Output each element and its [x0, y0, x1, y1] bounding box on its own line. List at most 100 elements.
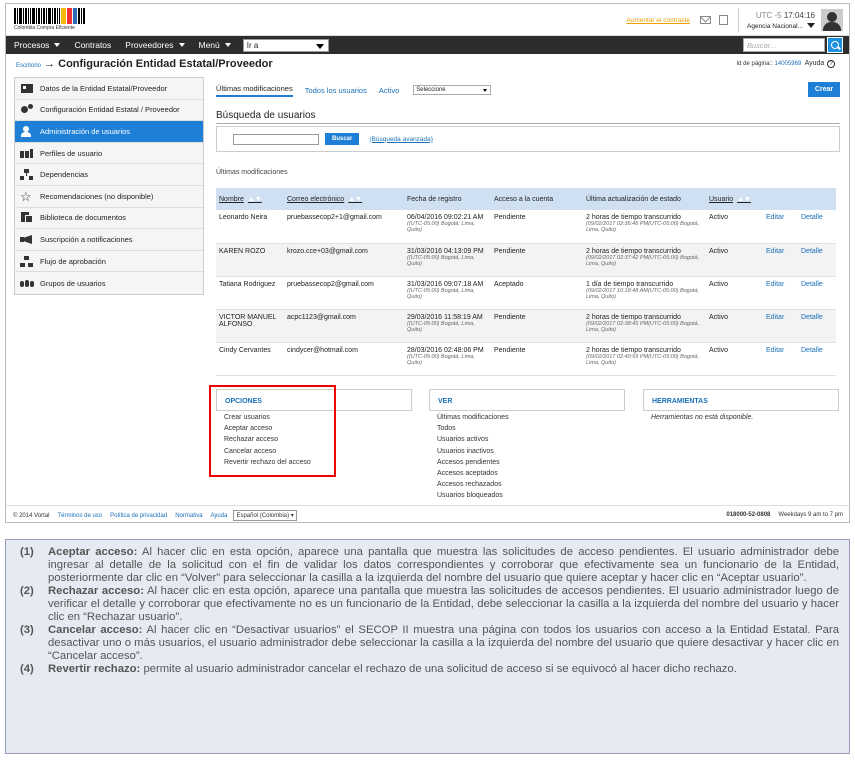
footer-link-ayuda[interactable]: Ayuda	[211, 513, 228, 519]
cell-date: 31/03/2016 04:13:09 PM ((UTC-05:00) Bogot…	[404, 243, 491, 277]
cell-date: 28/03/2016 02:48:06 PM ((UTC-05:00) Bogot…	[404, 342, 491, 376]
col-header-detail	[798, 188, 836, 210]
cell-update: 2 horas de tiempo transcurrido (09/02/201…	[583, 243, 706, 277]
note-title: Cancelar acceso:	[48, 624, 143, 636]
search-icon[interactable]	[827, 37, 843, 53]
create-button[interactable]: Crear	[808, 82, 840, 97]
detail-link[interactable]: Detalle	[801, 248, 823, 255]
footer-link-normativa[interactable]: Normativa	[175, 513, 202, 519]
nav-procesos[interactable]: Procesos	[14, 40, 61, 50]
chevron-down-icon	[54, 43, 61, 47]
sidebar-item-administracion[interactable]: Administración de usuarios	[15, 121, 203, 143]
nav-contratos[interactable]: Contratos	[74, 40, 111, 50]
table-row: Cindy Cervantes cindycer@hotmail.com 28/…	[216, 342, 836, 376]
tools-panel: HERRAMIENTAS Herramientas no está dispon…	[643, 389, 839, 428]
edit-link[interactable]: Editar	[766, 347, 784, 354]
search-button[interactable]: Buscar	[325, 133, 360, 145]
advanced-search-link[interactable]: (Búsqueda avanzada)	[369, 136, 433, 143]
view-accesos-pendientes[interactable]: Accesos pendientes	[437, 459, 617, 470]
language-select[interactable]: Español (Colombia) ▾	[233, 510, 297, 521]
sidebar-item-recomendaciones[interactable]: ☆ Recomendaciones (no disponible)	[15, 185, 203, 208]
note-title: Rechazar acceso:	[48, 585, 144, 597]
help-link[interactable]: Ayuda	[805, 60, 825, 67]
sidebar-item-grupos[interactable]: Grupos de usuarios	[15, 272, 203, 294]
footer-link-terminos[interactable]: Términos de uso	[57, 513, 102, 519]
note-item: (1) Aceptar acceso: Al hacer clic en esta…	[20, 546, 839, 585]
documents-icon	[20, 212, 34, 224]
sidebar-item-label: Recomendaciones (no disponible)	[40, 191, 154, 201]
logo[interactable]: Colombia Compra Eficiente	[14, 8, 86, 31]
breadcrumb-home-link[interactable]: Escritorio	[16, 63, 41, 69]
chevron-down-icon	[483, 89, 488, 92]
sidebar-item-flujo[interactable]: Flujo de aprobación	[15, 250, 203, 273]
col-header-usuario[interactable]: Usuario ▲▼	[706, 188, 763, 210]
avatar[interactable]	[821, 9, 843, 31]
edit-link[interactable]: Editar	[766, 248, 784, 255]
cell-edit: Editar	[763, 243, 798, 277]
note-text: Al hacer clic en esta opción, aparece un…	[48, 546, 840, 584]
gears-icon	[20, 104, 34, 115]
tab-todos-los-usuarios[interactable]: Todos los usuarios	[305, 86, 367, 95]
detail-link[interactable]: Detalle	[801, 347, 823, 354]
detail-link[interactable]: Detalle	[801, 314, 823, 321]
sidebar-item-dependencias[interactable]: Dependencias	[15, 164, 203, 186]
table-header-row: Nombre ▲▼ Correo electrónico ▲▼ Fecha de r…	[216, 188, 836, 210]
detail-link[interactable]: Detalle	[801, 214, 823, 221]
notes-box: (1) Aceptar acceso: Al hacer clic en esta…	[5, 539, 850, 754]
footer-link-privacidad[interactable]: Política de privacidad	[110, 513, 167, 519]
edit-link[interactable]: Editar	[766, 214, 784, 221]
agency-selector[interactable]: Agencia Nacional...	[747, 23, 815, 30]
view-usuarios-activos[interactable]: Usuarios activos	[437, 436, 617, 447]
search-input[interactable]: Buscar...	[743, 38, 825, 52]
sidebar-item-label: Dependencias	[40, 170, 88, 180]
user-search-box: Buscar (Búsqueda avanzada)	[216, 126, 840, 152]
edit-link[interactable]: Editar	[766, 314, 784, 321]
help-icon[interactable]: ?	[827, 60, 835, 68]
sidebar-item-datos[interactable]: Datos de la Entidad Estatal/Proveedor	[15, 78, 203, 100]
cell-name: Cindy Cervantes	[216, 342, 284, 376]
sidebar-item-configuracion[interactable]: Configuración Entidad Estatal / Proveedo…	[15, 99, 203, 122]
date-timezone: ((UTC-05:00) Bogotá, Lima, Quito)	[407, 353, 475, 366]
view-accesos-rechazados[interactable]: Accesos rechazados	[437, 481, 617, 492]
sidebar-item-biblioteca[interactable]: Biblioteca de documentos	[15, 207, 203, 230]
nav-proveedores[interactable]: Proveedores	[125, 40, 185, 50]
cell-email: acpc1123@gmail.com	[284, 309, 404, 343]
sidebar-item-label: Biblioteca de documentos	[40, 213, 126, 223]
detail-link[interactable]: Detalle	[801, 281, 823, 288]
goto-select[interactable]: Ir a	[242, 38, 329, 52]
edit-link[interactable]: Editar	[766, 281, 784, 288]
mail-icon[interactable]	[699, 16, 711, 24]
cell-detail: Detalle	[798, 243, 836, 277]
cell-update: 2 horas de tiempo transcurrido (09/02/201…	[583, 342, 706, 376]
sidebar-item-label: Datos de la Entidad Estatal/Proveedor	[40, 83, 168, 93]
sidebar-item-suscripcion[interactable]: Suscripción a notificaciones	[15, 229, 203, 251]
cell-access: Aceptado	[491, 276, 583, 310]
header-label: Nombre	[219, 195, 244, 203]
cell-status: Activo	[706, 342, 763, 376]
breadcrumb: Escritorio → Configuración Entidad Estat…	[16, 58, 273, 70]
tab-bar: Últimas modificaciones Todos los usuario…	[216, 82, 840, 98]
utc-label: UTC -5	[755, 10, 782, 20]
view-usuarios-inactivos[interactable]: Usuarios inactivos	[437, 448, 617, 459]
logo-text: Colombia Compra Eficiente	[14, 25, 75, 31]
tab-ultimas-modificaciones[interactable]: Últimas modificaciones	[216, 84, 293, 97]
view-usuarios-bloqueados[interactable]: Usuarios bloqueados	[437, 492, 617, 503]
contrast-link[interactable]: Aumentar el contraste	[626, 17, 690, 24]
nav-menu[interactable]: Menú	[199, 40, 231, 50]
user-search-input[interactable]	[233, 133, 319, 145]
note-item: (4) Revertir rechazo: permite al usuario …	[20, 663, 839, 676]
sidebar-item-label: Flujo de aprobación	[40, 256, 106, 266]
view-todos[interactable]: Todos	[437, 425, 617, 436]
document-icon[interactable]	[718, 15, 728, 25]
sidebar-item-perfiles[interactable]: Perfiles de usuario	[15, 142, 203, 165]
view-accesos-aceptados[interactable]: Accesos aceptados	[437, 470, 617, 481]
update-timestamp: (09/02/2017 02:40:59 PM(UTC-05:00) Bogot…	[586, 353, 700, 366]
org-chart-icon	[20, 169, 34, 181]
col-header-nombre[interactable]: Nombre ▲▼	[216, 188, 284, 210]
view-ultimas-modificaciones[interactable]: Últimas modificaciones	[437, 414, 617, 425]
cell-edit: Editar	[763, 342, 798, 376]
table-row: KAREN ROZO krozo.cce+03@gmail.com 31/03/…	[216, 243, 836, 277]
tab-activo[interactable]: Activo	[379, 86, 399, 95]
status-filter-select[interactable]: Seleccione	[413, 85, 492, 95]
col-header-correo[interactable]: Correo electrónico ▲▼	[284, 188, 404, 210]
